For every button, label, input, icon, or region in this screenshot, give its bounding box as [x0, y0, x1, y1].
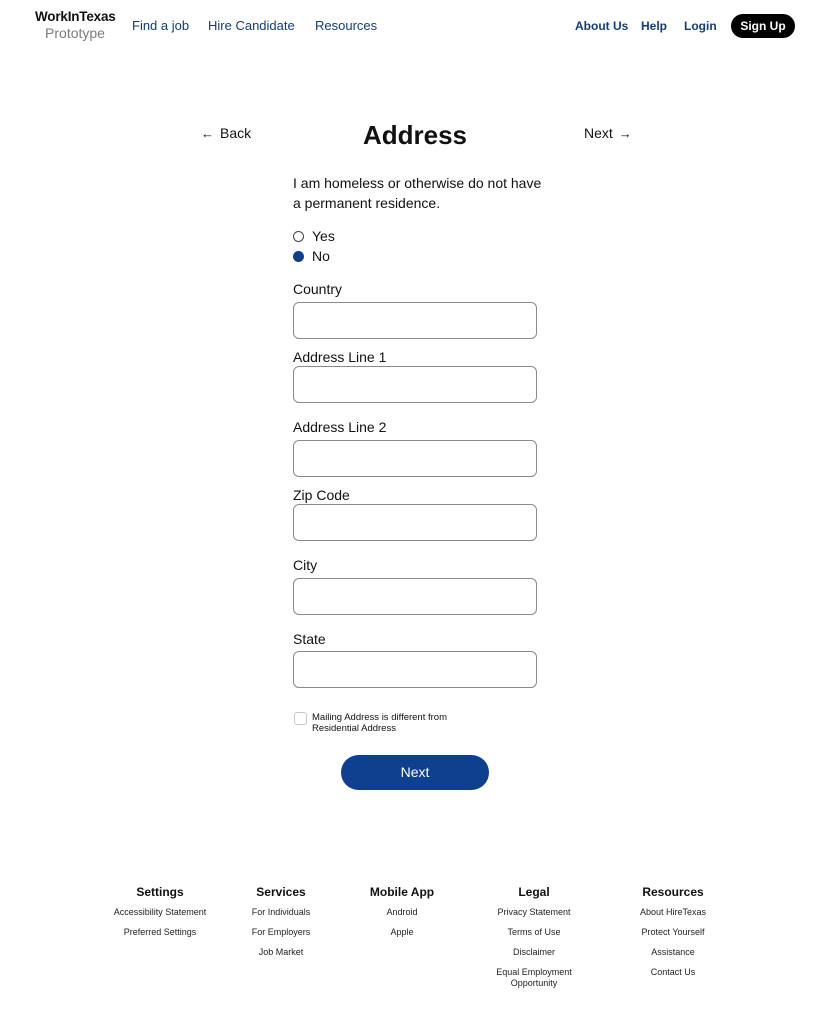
footer-link[interactable]: Accessibility Statement — [95, 907, 225, 918]
state-field[interactable] — [293, 651, 537, 688]
footer-heading: Legal — [518, 885, 550, 899]
footer-column-mobile-app: Mobile App Android Apple — [337, 885, 467, 947]
footer-link[interactable]: About HireTexas — [608, 907, 738, 918]
footer-link[interactable]: For Individuals — [216, 907, 346, 918]
city-label: City — [293, 557, 318, 573]
country-field[interactable] — [293, 302, 537, 339]
footer-column-legal: Legal Privacy Statement Terms of Use Dis… — [469, 885, 599, 998]
logo-brand: WorkInTexas — [35, 9, 116, 24]
address-line-1-label: Address Line 1 — [293, 349, 387, 365]
nav-find-a-job[interactable]: Find a job — [132, 18, 189, 33]
nav-login[interactable]: Login — [684, 19, 717, 33]
radio-yes-label: Yes — [312, 228, 335, 244]
country-label: Country — [293, 281, 343, 297]
arrow-left-icon: ← — [201, 126, 214, 141]
address-line-1-field[interactable] — [293, 366, 537, 403]
radio-yes-button[interactable] — [293, 230, 304, 242]
footer-link[interactable]: Protect Yourself — [608, 927, 738, 938]
footer-link[interactable]: Job Market — [216, 947, 346, 958]
radio-no[interactable]: No — [293, 248, 330, 264]
back-label: Back — [220, 125, 252, 141]
mailing-address-label: Mailing Address is different from Reside… — [312, 712, 447, 734]
arrow-right-icon: → — [618, 126, 632, 141]
nav-about-us[interactable]: About Us — [575, 19, 628, 33]
state-label: State — [293, 631, 326, 647]
address-line-2-label: Address Line 2 — [293, 419, 387, 435]
footer-heading: Resources — [642, 885, 704, 899]
address-line-2-field[interactable] — [293, 440, 537, 477]
footer-heading: Services — [256, 885, 306, 899]
footer-link[interactable]: Android — [337, 907, 467, 918]
radio-no-button[interactable] — [293, 250, 304, 262]
back-button[interactable]: ← Back — [195, 125, 251, 141]
zip-code-label: Zip Code — [293, 487, 350, 503]
footer-link[interactable]: Privacy Statement — [469, 907, 599, 918]
page-title: Address — [362, 120, 468, 150]
next-link[interactable]: Next → — [584, 125, 638, 141]
next-label: Next — [584, 125, 613, 141]
footer-link[interactable]: Contact Us — [608, 967, 738, 978]
footer-link[interactable]: Equal Employment Opportunity — [489, 967, 579, 989]
footer-link[interactable]: Disclaimer — [469, 947, 599, 958]
homeless-question: I am homeless or otherwise do not have a… — [293, 175, 542, 211]
nav-hire-candidate[interactable]: Hire Candidate — [208, 18, 295, 33]
footer-heading: Settings — [136, 885, 184, 899]
footer-link[interactable]: Assistance — [608, 947, 738, 958]
nav-help[interactable]: Help — [641, 19, 667, 33]
logo-subtitle: Prototype — [45, 24, 105, 41]
footer-column-resources: Resources About HireTexas Protect Yourse… — [608, 885, 738, 987]
footer-link[interactable]: For Employers — [216, 927, 346, 938]
footer-link[interactable]: Terms of Use — [469, 927, 599, 938]
next-submit-button[interactable]: Next — [341, 755, 489, 790]
mailing-address-checkbox[interactable] — [294, 712, 307, 725]
footer-column-settings: Settings Accessibility Statement Preferr… — [95, 885, 225, 947]
radio-no-label: No — [312, 248, 330, 264]
footer-column-services: Services For Individuals For Employers J… — [216, 885, 346, 967]
nav-resources[interactable]: Resources — [315, 18, 377, 33]
footer-heading: Mobile App — [369, 885, 435, 899]
sign-up-button[interactable]: Sign Up — [731, 14, 795, 38]
city-field[interactable] — [293, 578, 537, 615]
footer-link[interactable]: Apple — [337, 927, 467, 938]
radio-yes[interactable]: Yes — [293, 228, 335, 244]
footer-link[interactable]: Preferred Settings — [95, 927, 225, 938]
zip-code-field[interactable] — [293, 504, 537, 541]
site-logo[interactable]: WorkInTexas Prototype — [35, 9, 116, 41]
